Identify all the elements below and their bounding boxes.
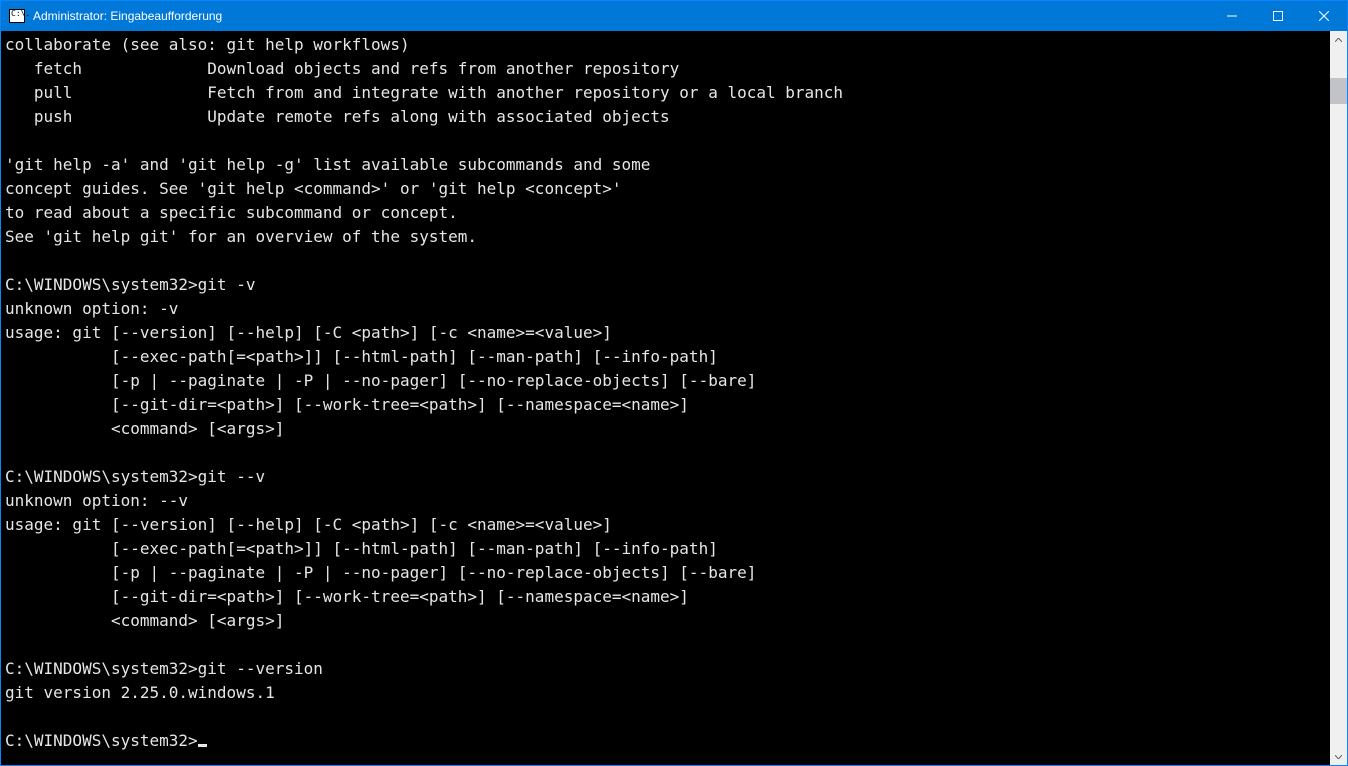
- client-area: collaborate (see also: git help workflow…: [1, 31, 1347, 765]
- vertical-scrollbar[interactable]: [1330, 31, 1347, 765]
- close-button[interactable]: [1301, 1, 1347, 31]
- scrollbar-track[interactable]: [1330, 48, 1347, 748]
- minimize-button[interactable]: [1209, 1, 1255, 31]
- scrollbar-thumb[interactable]: [1330, 78, 1347, 104]
- titlebar[interactable]: C:\. Administrator: Eingabeaufforderung: [1, 1, 1347, 31]
- cmd-window: C:\. Administrator: Eingabeaufforderung …: [0, 0, 1348, 766]
- maximize-button[interactable]: [1255, 1, 1301, 31]
- scroll-down-button[interactable]: [1330, 748, 1347, 765]
- app-icon: C:\.: [9, 9, 25, 23]
- cursor: [198, 744, 207, 747]
- scroll-up-button[interactable]: [1330, 31, 1347, 48]
- terminal-output[interactable]: collaborate (see also: git help workflow…: [1, 31, 1330, 765]
- window-title: Administrator: Eingabeaufforderung: [31, 9, 1209, 23]
